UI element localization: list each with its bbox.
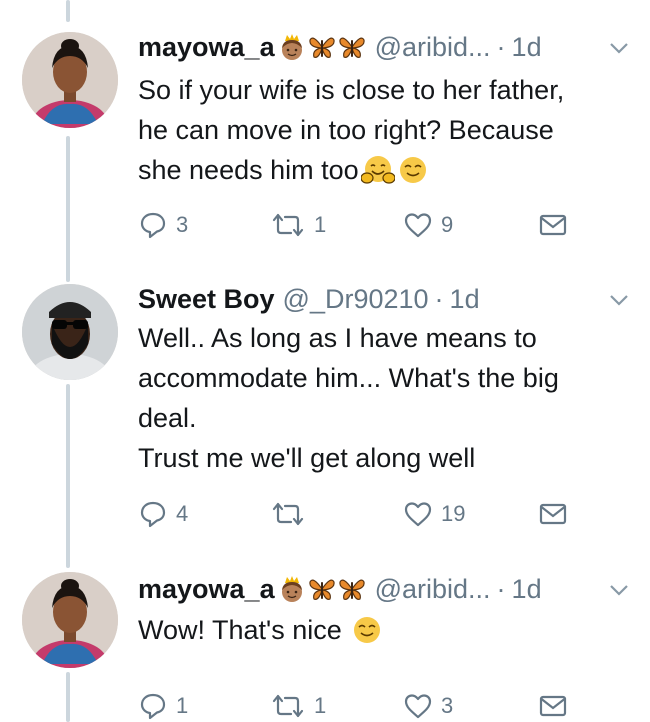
tweet-actions: 4 19 [138, 498, 578, 530]
princess-emoji-icon [281, 576, 302, 602]
butterfly-emoji-icon [308, 37, 335, 58]
thread-line-3 [66, 672, 70, 722]
heart-icon [404, 502, 432, 527]
reply-count: 1 [176, 693, 189, 718]
reply-count: 3 [176, 212, 189, 237]
retweet-button[interactable] [270, 498, 314, 530]
butterfly-emoji-icon [338, 579, 365, 600]
like-button[interactable]: 9 [403, 209, 453, 241]
separator-dot: · [434, 283, 444, 314]
retweet-count: 1 [314, 212, 327, 237]
princess-emoji-icon [281, 34, 302, 60]
display-name[interactable]: Sweet Boy [138, 284, 275, 315]
chevron-down-icon[interactable] [608, 292, 630, 308]
timestamp[interactable]: 1d [512, 32, 542, 63]
smiling-face-emoji-icon [399, 157, 426, 183]
retweet-count: 1 [314, 693, 327, 718]
tweet-text: Well.. As long as I have means to accomm… [138, 323, 559, 473]
reply-icon [140, 212, 166, 239]
timestamp[interactable]: 1d [450, 284, 480, 315]
avatar[interactable] [22, 284, 118, 380]
tweet-actions: 3 1 9 [138, 209, 578, 241]
like-button[interactable]: 19 [403, 498, 465, 530]
timestamp[interactable]: 1d [512, 574, 542, 605]
heart-icon [404, 694, 432, 719]
chevron-down-icon[interactable] [608, 40, 630, 56]
separator-dot: · [496, 573, 506, 604]
thread-line-top [66, 0, 70, 22]
envelope-icon [539, 503, 567, 525]
like-count: 3 [441, 693, 454, 718]
like-count: 19 [441, 501, 466, 526]
direct-message-button[interactable] [538, 498, 568, 530]
user-handle[interactable]: @_Dr90210 [283, 284, 429, 315]
user-handle[interactable]: @aribid... [375, 574, 491, 605]
direct-message-button[interactable] [538, 209, 568, 241]
tweet-header: mayowa_a @aribid... · 1d [138, 30, 542, 64]
retweet-icon [272, 694, 304, 718]
heart-icon [404, 213, 432, 238]
like-count: 9 [441, 212, 454, 237]
retweet-button[interactable]: 1 [270, 690, 326, 722]
user-handle[interactable]: @aribid... [375, 32, 491, 63]
name-emojis [277, 32, 367, 62]
butterfly-emoji-icon [338, 37, 365, 58]
smiling-face-emoji-icon [354, 617, 381, 643]
retweet-button[interactable]: 1 [270, 209, 326, 241]
reply-count: 4 [176, 501, 189, 526]
avatar[interactable] [22, 32, 118, 128]
retweet-icon [272, 502, 304, 526]
tweet-text: So if your wife is close to her father, … [138, 70, 638, 190]
display-name[interactable]: mayowa_a [138, 574, 275, 605]
name-emojis [277, 574, 367, 604]
tweet-header: Sweet Boy @_Dr90210 · 1d [138, 282, 480, 316]
tweet-header: mayowa_a @aribid... · 1d [138, 572, 542, 606]
tweet-text-content: So if your wife is close to her father, … [138, 75, 565, 185]
tweet-text: Wow! That's nice [138, 610, 638, 650]
envelope-icon [539, 214, 567, 236]
display-name[interactable]: mayowa_a [138, 32, 275, 63]
thread-line-1 [66, 136, 70, 282]
tweet-text-content: Wow! That's nice [138, 615, 342, 645]
envelope-icon [539, 695, 567, 717]
reply-button[interactable]: 4 [138, 498, 188, 530]
avatar[interactable] [22, 572, 118, 668]
butterfly-emoji-icon [308, 579, 335, 600]
reply-icon [140, 693, 166, 720]
reply-icon [140, 501, 166, 528]
reply-button[interactable]: 1 [138, 690, 188, 722]
tweet-actions: 1 1 3 [138, 690, 578, 722]
separator-dot: · [496, 31, 506, 62]
chevron-down-icon[interactable] [608, 582, 630, 598]
direct-message-button[interactable] [538, 690, 568, 722]
reply-button[interactable]: 3 [138, 209, 188, 241]
thread-line-2 [66, 384, 70, 568]
hugging-face-emoji-icon [360, 156, 395, 184]
retweet-icon [272, 213, 304, 237]
like-button[interactable]: 3 [403, 690, 453, 722]
